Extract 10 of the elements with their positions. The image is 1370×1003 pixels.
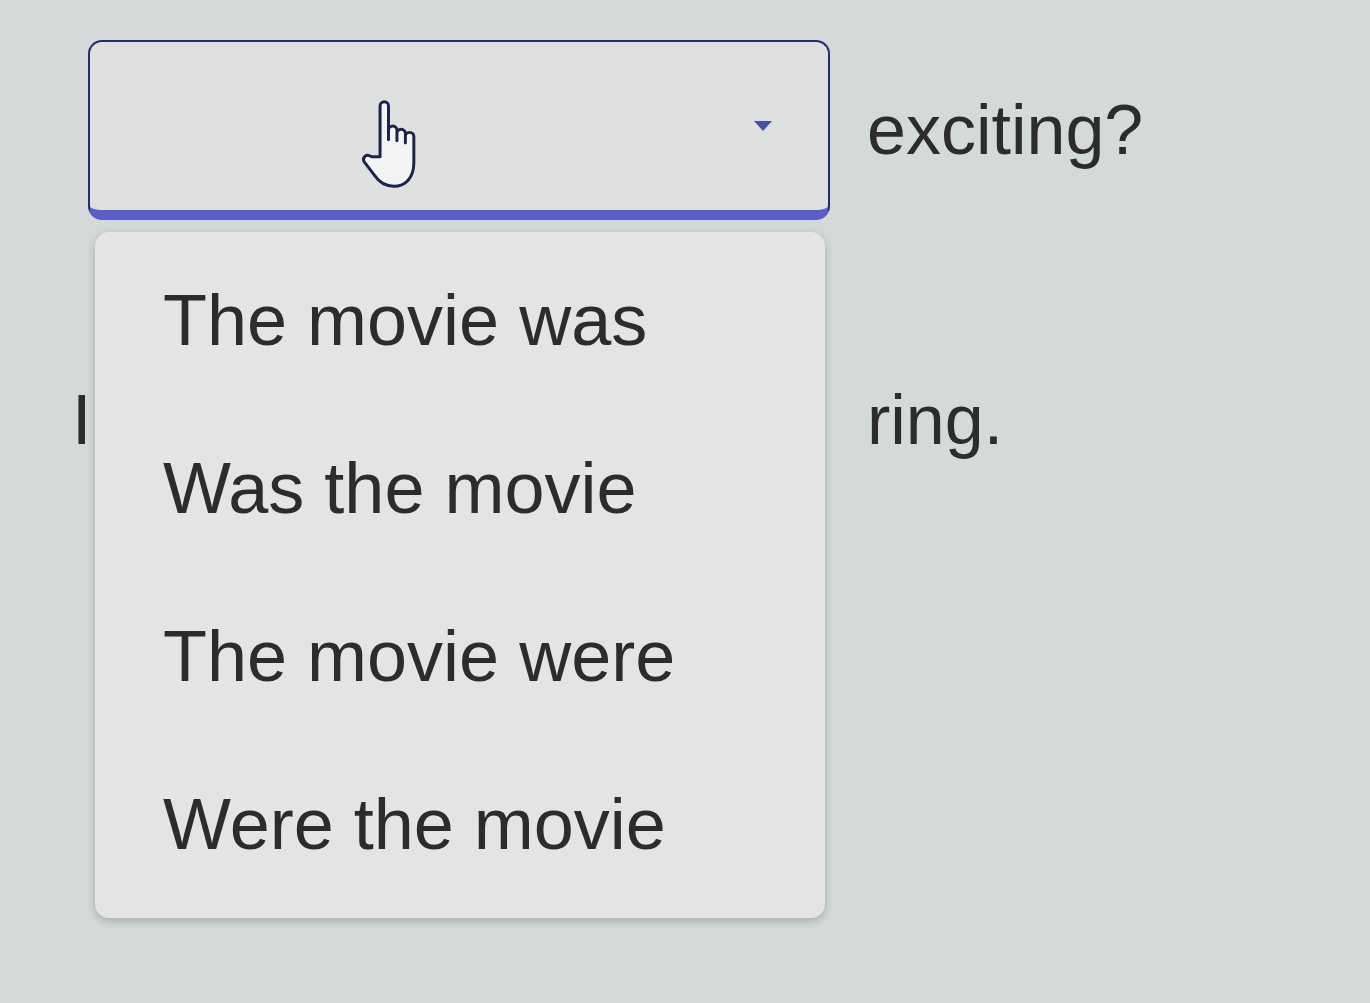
dropdown-option[interactable]: Was the movie	[95, 404, 825, 572]
sentence-text: ring.	[867, 380, 1004, 460]
sentence-text: exciting?	[867, 90, 1144, 170]
hand-pointer-icon	[360, 98, 417, 190]
caret-icon	[754, 121, 772, 131]
dropdown-option[interactable]: The movie was	[95, 236, 825, 404]
dropdown-option[interactable]: Were the movie	[95, 740, 825, 908]
sentence-text: I	[72, 380, 92, 460]
answer-dropdown[interactable]	[88, 40, 830, 220]
dropdown-option[interactable]: The movie were	[95, 572, 825, 740]
